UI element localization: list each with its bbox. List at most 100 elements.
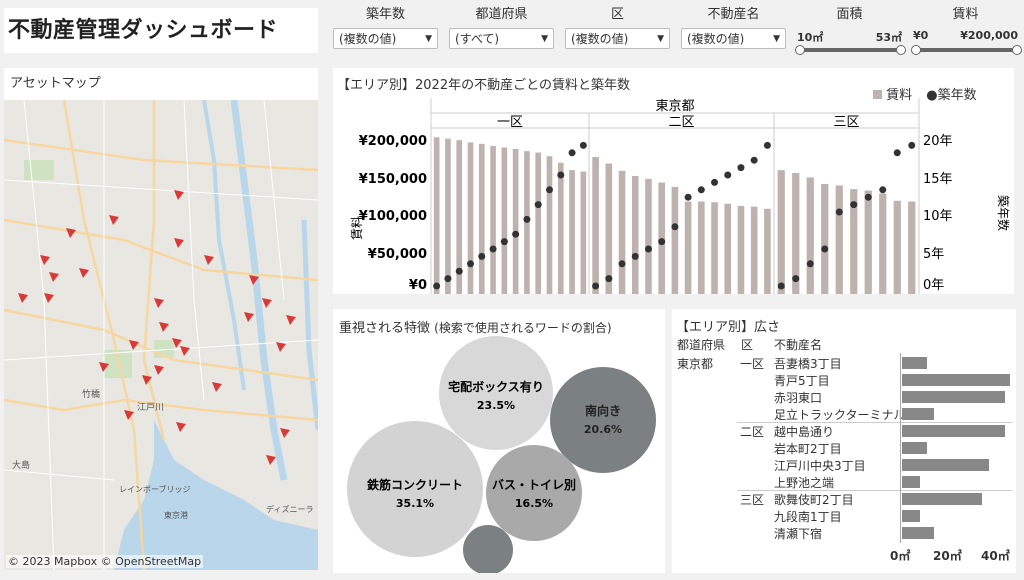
bubble-other[interactable] bbox=[463, 525, 513, 573]
rent-bar[interactable] bbox=[490, 146, 496, 294]
area-min-handle[interactable] bbox=[795, 45, 805, 55]
rent-bar[interactable] bbox=[618, 170, 626, 294]
age-dot[interactable] bbox=[763, 141, 771, 149]
age-dot[interactable] bbox=[467, 260, 474, 268]
map-marker[interactable] bbox=[204, 255, 214, 265]
filter-age-dropdown[interactable]: (複数の値) ▼ bbox=[333, 28, 438, 49]
map-marker[interactable] bbox=[40, 255, 50, 265]
age-dot[interactable] bbox=[684, 193, 692, 201]
asset-map[interactable]: 竹橋 江戸川 大島 東京港 ディズニーラ レインボーブリッジ © 2023 Ma… bbox=[4, 100, 318, 570]
age-dot[interactable] bbox=[512, 230, 520, 238]
age-dot[interactable] bbox=[879, 186, 887, 194]
area-bar[interactable] bbox=[902, 391, 1006, 403]
rent-bar[interactable] bbox=[698, 201, 705, 294]
rent-bar[interactable] bbox=[478, 143, 485, 294]
rent-bar[interactable] bbox=[569, 170, 575, 294]
age-dot[interactable] bbox=[658, 238, 666, 246]
age-dot[interactable] bbox=[568, 149, 576, 157]
rent-bar[interactable] bbox=[580, 171, 587, 294]
age-dot[interactable] bbox=[806, 260, 814, 268]
map-marker[interactable] bbox=[176, 422, 186, 432]
age-dot[interactable] bbox=[618, 260, 626, 268]
property-name[interactable]: 清瀬下宿 bbox=[774, 525, 822, 542]
rent-bar[interactable] bbox=[806, 177, 814, 294]
map-marker[interactable] bbox=[276, 342, 286, 352]
rent-bar[interactable] bbox=[546, 156, 553, 294]
property-name[interactable]: 上野池之端 bbox=[774, 474, 834, 491]
age-dot[interactable] bbox=[546, 186, 553, 194]
map-marker[interactable] bbox=[244, 312, 254, 322]
property-name[interactable]: 赤羽東口 bbox=[774, 389, 822, 406]
map-marker[interactable] bbox=[154, 365, 164, 375]
rent-bar[interactable] bbox=[467, 142, 474, 294]
rent-max-handle[interactable] bbox=[1012, 45, 1022, 55]
rent-bar[interactable] bbox=[737, 205, 745, 294]
age-dot[interactable] bbox=[724, 171, 732, 179]
area-bar[interactable] bbox=[902, 408, 935, 420]
age-dot[interactable] bbox=[631, 252, 639, 260]
map-marker[interactable] bbox=[174, 238, 184, 248]
rent-bar[interactable] bbox=[864, 190, 872, 294]
rent-bar[interactable] bbox=[631, 175, 639, 294]
property-name[interactable]: 青戸5丁目 bbox=[774, 372, 830, 389]
property-name[interactable]: 足立トラックターミナル bbox=[774, 406, 906, 423]
property-name[interactable]: 越中島通り bbox=[774, 423, 834, 440]
rent-bar[interactable] bbox=[592, 156, 599, 294]
rent-bar[interactable] bbox=[835, 185, 843, 294]
rent-bar[interactable] bbox=[645, 178, 652, 294]
age-dot[interactable] bbox=[534, 201, 542, 209]
age-dot[interactable] bbox=[644, 245, 652, 253]
property-name[interactable]: 九段南1丁目 bbox=[774, 508, 842, 525]
age-dot[interactable] bbox=[821, 245, 829, 253]
area-bar[interactable] bbox=[902, 510, 921, 522]
property-name[interactable]: 吾妻橋3丁目 bbox=[774, 355, 842, 372]
age-dot[interactable] bbox=[864, 193, 872, 201]
age-dot[interactable] bbox=[579, 141, 587, 149]
filter-ward-dropdown[interactable]: (複数の値) ▼ bbox=[565, 28, 670, 49]
area-range-slider[interactable]: 10㎡ 53㎡ bbox=[795, 29, 906, 59]
age-dot[interactable] bbox=[750, 156, 758, 164]
age-dot[interactable] bbox=[489, 245, 497, 253]
rent-bar[interactable] bbox=[445, 138, 451, 294]
rent-bar[interactable] bbox=[501, 147, 508, 294]
rent-bar[interactable] bbox=[777, 170, 785, 294]
area-bar[interactable] bbox=[902, 357, 928, 369]
rent-bar[interactable] bbox=[893, 200, 901, 294]
rent-bar[interactable] bbox=[879, 193, 887, 294]
age-dot[interactable] bbox=[671, 223, 679, 231]
age-dot[interactable] bbox=[557, 171, 565, 179]
property-name[interactable]: 岩本町2丁目 bbox=[774, 440, 842, 457]
rent-bar[interactable] bbox=[821, 183, 829, 294]
rent-bar[interactable] bbox=[684, 201, 692, 294]
rent-bar[interactable] bbox=[908, 201, 916, 294]
rent-bar[interactable] bbox=[711, 202, 718, 294]
property-name[interactable]: 江戸川中央3丁目 bbox=[774, 457, 866, 474]
area-bar[interactable] bbox=[902, 374, 1010, 386]
map-marker[interactable] bbox=[212, 382, 222, 392]
area-bar[interactable] bbox=[902, 442, 928, 454]
map-marker[interactable] bbox=[280, 428, 290, 438]
rent-bar[interactable] bbox=[433, 137, 440, 294]
filter-pref-dropdown[interactable]: (すべて) ▼ bbox=[449, 28, 554, 49]
area-bar[interactable] bbox=[902, 425, 1006, 437]
age-dot[interactable] bbox=[523, 215, 531, 223]
map-marker[interactable] bbox=[18, 293, 28, 303]
rent-min-handle[interactable] bbox=[911, 45, 921, 55]
map-marker[interactable] bbox=[154, 298, 164, 308]
map-marker[interactable] bbox=[109, 215, 119, 225]
age-dot[interactable] bbox=[697, 186, 705, 194]
area-bar[interactable] bbox=[902, 493, 983, 505]
age-dot[interactable] bbox=[605, 275, 613, 283]
map-marker[interactable] bbox=[286, 315, 296, 325]
rent-bar[interactable] bbox=[671, 186, 679, 294]
age-dot[interactable] bbox=[455, 267, 463, 275]
age-dot[interactable] bbox=[711, 178, 719, 186]
rent-bar[interactable] bbox=[750, 206, 758, 294]
area-bar[interactable] bbox=[902, 459, 990, 471]
area-bar[interactable] bbox=[902, 527, 935, 539]
bubble-south-facing[interactable] bbox=[550, 367, 656, 473]
property-name[interactable]: 歌舞伎町2丁目 bbox=[774, 491, 854, 508]
filter-name-dropdown[interactable]: (複数の値) ▼ bbox=[681, 28, 786, 49]
bubble-separate-bath[interactable] bbox=[486, 445, 582, 541]
map-marker[interactable] bbox=[159, 322, 169, 332]
